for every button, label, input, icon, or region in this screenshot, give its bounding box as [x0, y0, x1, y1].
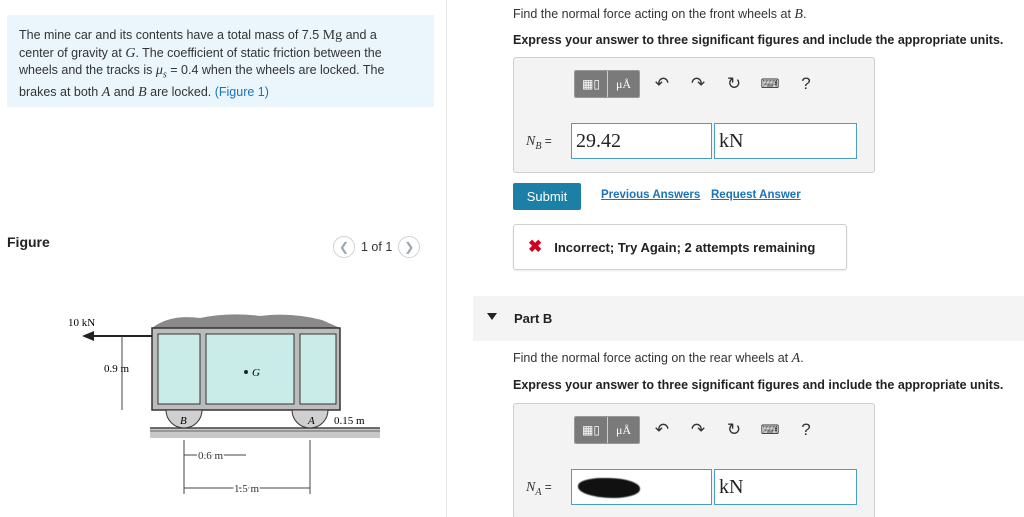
problem-statement: The mine car and its contents have a tot…: [7, 15, 434, 107]
close-icon: ✖: [528, 237, 543, 256]
var-mu: μ: [155, 63, 163, 78]
column-divider: [446, 0, 447, 517]
part-a-question: Find the normal force acting on the fron…: [513, 7, 806, 23]
cg-label: G: [252, 367, 260, 379]
keyboard-icon[interactable]: ⌨: [756, 416, 784, 444]
problem-line-1: The mine car and its contents have a tot…: [19, 27, 422, 45]
chevron-left-icon[interactable]: ❮: [333, 236, 355, 258]
force-arrowhead: [82, 331, 94, 341]
problem-text: center of gravity at: [19, 45, 126, 60]
wheel-a-label: A: [307, 415, 315, 427]
template-group: ▦▯ μÅ: [574, 70, 640, 98]
height-label: 0.9 m: [104, 363, 130, 375]
template-group: ▦▯ μÅ: [574, 416, 640, 444]
redo-icon[interactable]: ↷: [684, 416, 712, 444]
pager-count: 1 of 1: [361, 240, 393, 254]
keyboard-icon[interactable]: ⌨: [756, 70, 784, 98]
problem-text: The mine car and its contents have a tot…: [19, 28, 323, 42]
part-b-header[interactable]: Part B: [473, 296, 1024, 341]
eq-sign: =: [541, 134, 552, 148]
var-b: B: [794, 7, 803, 22]
question-text: .: [802, 7, 807, 21]
eq-sign: =: [541, 480, 552, 494]
problem-text: and a: [342, 28, 377, 42]
var-a: A: [101, 85, 111, 100]
mine-car-figure: B A 10 kN 0.9 m G 0.15 m 0.6 m 1.5 m: [68, 314, 380, 497]
feedback-box: ✖ Incorrect; Try Again; 2 attempts remai…: [513, 224, 847, 270]
nb-label: NB =: [526, 134, 552, 152]
templates-icon[interactable]: ▦▯: [575, 71, 607, 97]
na-unit-input[interactable]: kN: [714, 469, 857, 505]
part-b-toolbar: ▦▯ μÅ ↶ ↷ ↻ ⌨ ?: [574, 416, 820, 444]
na-sym: N: [526, 480, 536, 495]
units-button[interactable]: μÅ: [607, 417, 639, 443]
question-text: Find the normal force acting on the rear…: [513, 351, 792, 365]
figure-link[interactable]: (Figure 1): [215, 85, 269, 99]
cg-point: [244, 370, 248, 374]
problem-text: are locked.: [146, 85, 215, 99]
gravel-load: [152, 314, 340, 328]
part-a-toolbar: ▦▯ μÅ ↶ ↷ ↻ ⌨ ?: [574, 70, 820, 98]
question-text: Find the normal force acting on the fron…: [513, 7, 795, 21]
undo-icon[interactable]: ↶: [648, 416, 676, 444]
part-b-title: Part B: [514, 311, 553, 326]
problem-line-3: wheels and the tracks is μs = 0.4 when t…: [19, 62, 422, 84]
request-answer-link[interactable]: Request Answer: [711, 189, 801, 201]
problem-text: . The coefficient of static friction bet…: [135, 45, 382, 60]
chevron-right-icon[interactable]: ❯: [398, 236, 421, 258]
units-button[interactable]: μÅ: [607, 71, 639, 97]
car-panel-2: [205, 333, 295, 405]
var-b: B: [138, 85, 147, 100]
reset-icon[interactable]: ↻: [720, 70, 748, 98]
figure-heading: Figure: [7, 234, 50, 250]
submit-button[interactable]: Submit: [513, 183, 581, 210]
caret-down-icon[interactable]: [487, 313, 497, 320]
templates-icon[interactable]: ▦▯: [575, 417, 607, 443]
undo-icon[interactable]: ↶: [648, 70, 676, 98]
problem-line-4: brakes at both A and B are locked. (Figu…: [19, 84, 422, 102]
na-value-input[interactable]: [571, 469, 712, 505]
problem-text: wheels and the tracks is: [19, 63, 156, 77]
previous-answers-link[interactable]: Previous Answers: [601, 189, 700, 201]
nb-value-input[interactable]: 29.42: [571, 123, 712, 159]
part-b-question: Find the normal force acting on the rear…: [513, 351, 804, 367]
part-a-answer-panel: ▦▯ μÅ ↶ ↷ ↻ ⌨ ? NB = 29.42 kN: [513, 57, 875, 173]
redaction-scribble: [578, 478, 640, 498]
help-button[interactable]: ?: [792, 70, 820, 98]
nb-unit-input[interactable]: kN: [714, 123, 857, 159]
feedback-text: Incorrect; Try Again; 2 attempts remaini…: [554, 239, 816, 255]
question-text: .: [800, 351, 804, 365]
dim-15-label: 1.5 m: [234, 483, 260, 495]
var-g: G: [125, 45, 136, 61]
problem-line-2: center of gravity at G. The coefficient …: [19, 45, 422, 63]
redo-icon[interactable]: ↷: [684, 70, 712, 98]
wheel-b-label: B: [180, 415, 187, 427]
problem-text: and: [110, 85, 139, 99]
figure-pager: ❮ 1 of 1 ❯: [333, 236, 421, 258]
var-a: A: [791, 351, 801, 366]
part-b-instruction: Express your answer to three significant…: [513, 378, 1004, 392]
reset-icon[interactable]: ↻: [720, 416, 748, 444]
ground: [150, 428, 380, 438]
help-button[interactable]: ?: [792, 416, 820, 444]
part-a-instruction: Express your answer to three significant…: [513, 33, 1004, 47]
small-dim-label: 0.15 m: [334, 415, 365, 427]
car-panel-3: [299, 333, 337, 405]
problem-text: brakes at both: [19, 85, 102, 99]
car-panel-1: [157, 333, 201, 405]
problem-text: = 0.4 when the wheels are locked. The: [166, 63, 385, 77]
force-label: 10 kN: [68, 317, 95, 329]
na-label: NA =: [526, 480, 552, 498]
nb-sym: N: [526, 134, 536, 149]
dim-06-label: 0.6 m: [198, 450, 224, 462]
part-b-answer-panel: ▦▯ μÅ ↶ ↷ ↻ ⌨ ? NA = kN: [513, 403, 875, 517]
mass-unit: Mg: [322, 28, 343, 43]
